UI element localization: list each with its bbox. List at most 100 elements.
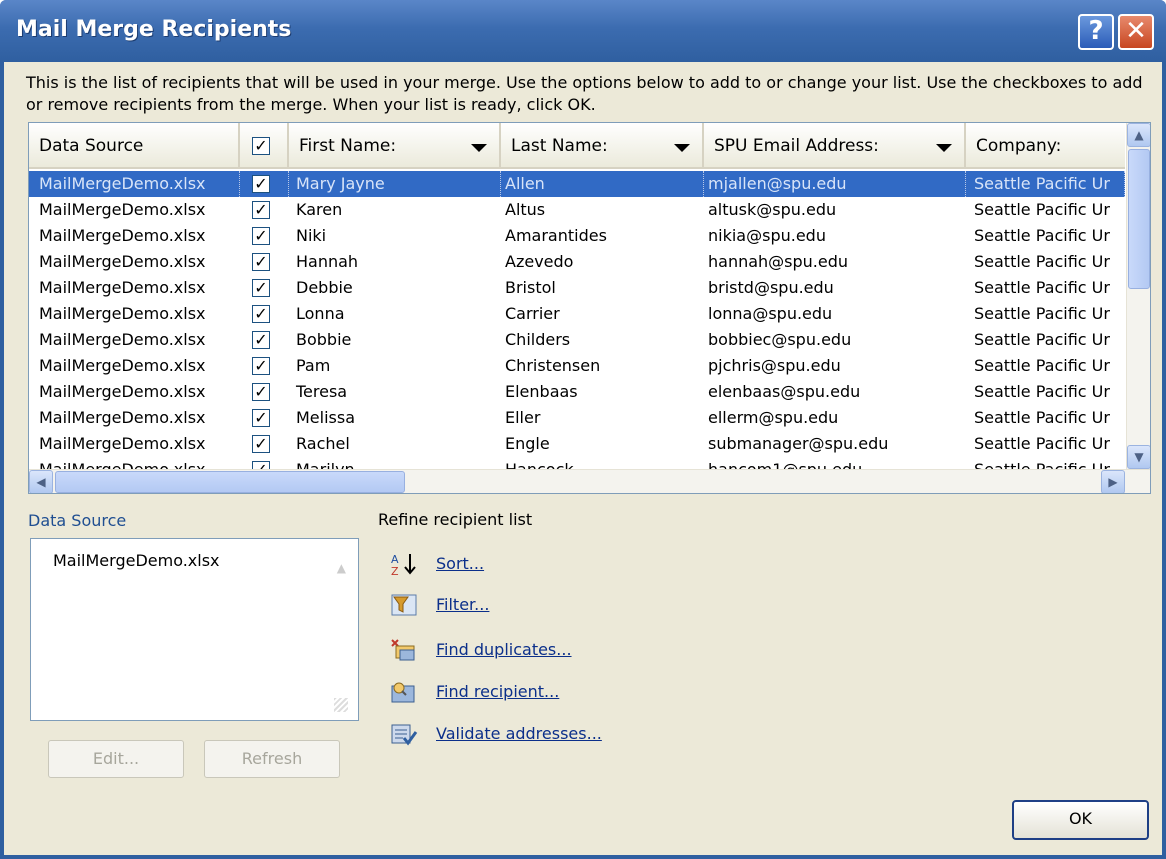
find-recipient-link[interactable]: Find recipient... [436, 682, 559, 701]
chevron-down-icon[interactable]: ▼ [1127, 445, 1150, 469]
grid-rows: MailMergeDemo.xlsx ✓ Mary Jayne Allen mj… [29, 171, 1125, 483]
help-button[interactable]: ? [1078, 14, 1114, 50]
table-row[interactable]: MailMergeDemo.xlsx ✓ Bobbie Childers bob… [29, 327, 1125, 353]
chevron-down-icon[interactable] [471, 144, 487, 152]
cell-email: pjchris@spu.edu [708, 356, 841, 375]
chevron-up-icon[interactable]: ▲ [1127, 123, 1150, 147]
ok-button[interactable]: OK [1012, 800, 1149, 840]
cell-include: ✓ [240, 301, 289, 327]
cell-data-source: MailMergeDemo.xlsx [39, 434, 206, 453]
data-source-item[interactable]: MailMergeDemo.xlsx [53, 551, 220, 570]
cell-include: ✓ [240, 197, 289, 223]
include-checkbox[interactable]: ✓ [252, 435, 270, 453]
table-row[interactable]: MailMergeDemo.xlsx ✓ Niki Amarantides ni… [29, 223, 1125, 249]
mail-merge-recipients-dialog: Mail Merge Recipients ? ✕ This is the li… [0, 0, 1166, 859]
cell-data-source: MailMergeDemo.xlsx [39, 252, 206, 271]
column-header-last-name[interactable]: Last Name: [501, 123, 704, 169]
cell-first-name: Lonna [296, 304, 345, 323]
horizontal-scrollbar[interactable]: ◀ ▶ [29, 469, 1150, 493]
title-bar[interactable]: Mail Merge Recipients ? ✕ [0, 0, 1166, 62]
column-header-data-source[interactable]: Data Source [29, 123, 240, 169]
filter-link[interactable]: Filter... [436, 595, 489, 614]
include-checkbox[interactable]: ✓ [252, 201, 270, 219]
table-row[interactable]: MailMergeDemo.xlsx ✓ Pam Christensen pjc… [29, 353, 1125, 379]
cell-last-name: Childers [505, 330, 571, 349]
include-checkbox[interactable]: ✓ [252, 331, 270, 349]
cell-include: ✓ [240, 353, 289, 379]
include-checkbox[interactable]: ✓ [252, 175, 270, 193]
chevron-right-icon[interactable]: ▶ [1101, 470, 1125, 493]
cell-last-name: Christensen [505, 356, 601, 375]
table-row[interactable]: MailMergeDemo.xlsx ✓ Mary Jayne Allen mj… [29, 171, 1125, 197]
cell-first-name: Debbie [296, 278, 353, 297]
column-header-first-name[interactable]: First Name: [289, 123, 501, 169]
cell-last-name: Eller [505, 408, 541, 427]
validate-addresses-link[interactable]: Validate addresses... [436, 724, 602, 743]
table-row[interactable]: MailMergeDemo.xlsx ✓ Teresa Elenbaas ele… [29, 379, 1125, 405]
chevron-down-icon[interactable] [936, 144, 952, 152]
cell-include: ✓ [240, 171, 289, 197]
column-label-first-name: First Name: [299, 136, 397, 156]
cell-last-name: Azevedo [505, 252, 574, 271]
chevron-down-icon[interactable] [674, 144, 690, 152]
table-row[interactable]: MailMergeDemo.xlsx ✓ Hannah Azevedo hann… [29, 249, 1125, 275]
cell-include: ✓ [240, 327, 289, 353]
vertical-scroll-thumb[interactable] [1128, 149, 1150, 289]
cell-company: Seattle Pacific Ur [974, 408, 1110, 427]
table-row[interactable]: MailMergeDemo.xlsx ✓ Debbie Bristol bris… [29, 275, 1125, 301]
cell-company: Seattle Pacific Ur [974, 278, 1110, 297]
cell-email: ellerm@spu.edu [708, 408, 839, 427]
cell-first-name: Pam [296, 356, 331, 375]
chevron-left-icon[interactable]: ◀ [29, 470, 53, 493]
cell-last-name: Carrier [505, 304, 560, 323]
find-duplicates-icon [390, 638, 418, 662]
table-row[interactable]: MailMergeDemo.xlsx ✓ Rachel Engle subman… [29, 431, 1125, 457]
table-row[interactable]: MailMergeDemo.xlsx ✓ Lonna Carrier lonna… [29, 301, 1125, 327]
cell-email: mjallen@spu.edu [704, 171, 966, 197]
include-checkbox[interactable]: ✓ [252, 409, 270, 427]
include-checkbox[interactable]: ✓ [252, 305, 270, 323]
cell-last-name: Amarantides [505, 226, 607, 245]
find-duplicates-link[interactable]: Find duplicates... [436, 640, 572, 659]
cell-first-name: Teresa [296, 382, 348, 401]
edit-button[interactable]: Edit... [48, 740, 184, 778]
column-label-email: SPU Email Address: [714, 136, 879, 156]
horizontal-scroll-thumb[interactable] [55, 471, 405, 493]
include-checkbox[interactable]: ✓ [252, 253, 270, 271]
column-label-last-name: Last Name: [511, 136, 608, 156]
cell-company: Seattle Pacific Ur [974, 226, 1110, 245]
cell-last-name: Altus [505, 200, 546, 219]
cell-data-source: MailMergeDemo.xlsx [39, 330, 206, 349]
svg-text:Z: Z [391, 565, 399, 576]
cell-first-name: Niki [296, 226, 327, 245]
cell-company: Seattle Pacific Ur [974, 330, 1110, 349]
refresh-button[interactable]: Refresh [204, 740, 340, 778]
select-all-checkbox[interactable]: ✓ [252, 137, 270, 155]
validate-addresses-icon [390, 722, 418, 746]
data-source-list[interactable]: MailMergeDemo.xlsx ▲ [30, 538, 359, 721]
include-checkbox[interactable]: ✓ [252, 383, 270, 401]
column-header-select-all[interactable]: ✓ [240, 123, 289, 169]
column-header-email[interactable]: SPU Email Address: [704, 123, 966, 169]
cell-email: bristd@spu.edu [708, 278, 834, 297]
data-source-label: Data Source [28, 511, 127, 530]
cell-data-source: MailMergeDemo.xlsx [39, 278, 206, 297]
cell-include: ✓ [240, 275, 289, 301]
table-row[interactable]: MailMergeDemo.xlsx ✓ Karen Altus altusk@… [29, 197, 1125, 223]
resize-grip-icon [334, 698, 348, 712]
vertical-scrollbar[interactable]: ▲ ▼ [1126, 123, 1150, 469]
cell-company: Seattle Pacific Ur [974, 356, 1110, 375]
include-checkbox[interactable]: ✓ [252, 227, 270, 245]
cell-data-source: MailMergeDemo.xlsx [39, 200, 206, 219]
include-checkbox[interactable]: ✓ [252, 357, 270, 375]
close-button[interactable]: ✕ [1118, 14, 1154, 50]
sort-link[interactable]: Sort... [436, 554, 484, 573]
cell-email: altusk@spu.edu [708, 200, 837, 219]
cell-company: Seattle Pacific Ur [974, 200, 1110, 219]
cell-data-source: MailMergeDemo.xlsx [39, 356, 206, 375]
cell-include: ✓ [240, 431, 289, 457]
cell-last-name: Engle [505, 434, 550, 453]
include-checkbox[interactable]: ✓ [252, 279, 270, 297]
table-row[interactable]: MailMergeDemo.xlsx ✓ Melissa Eller eller… [29, 405, 1125, 431]
column-header-company[interactable]: Company: [966, 123, 1125, 169]
